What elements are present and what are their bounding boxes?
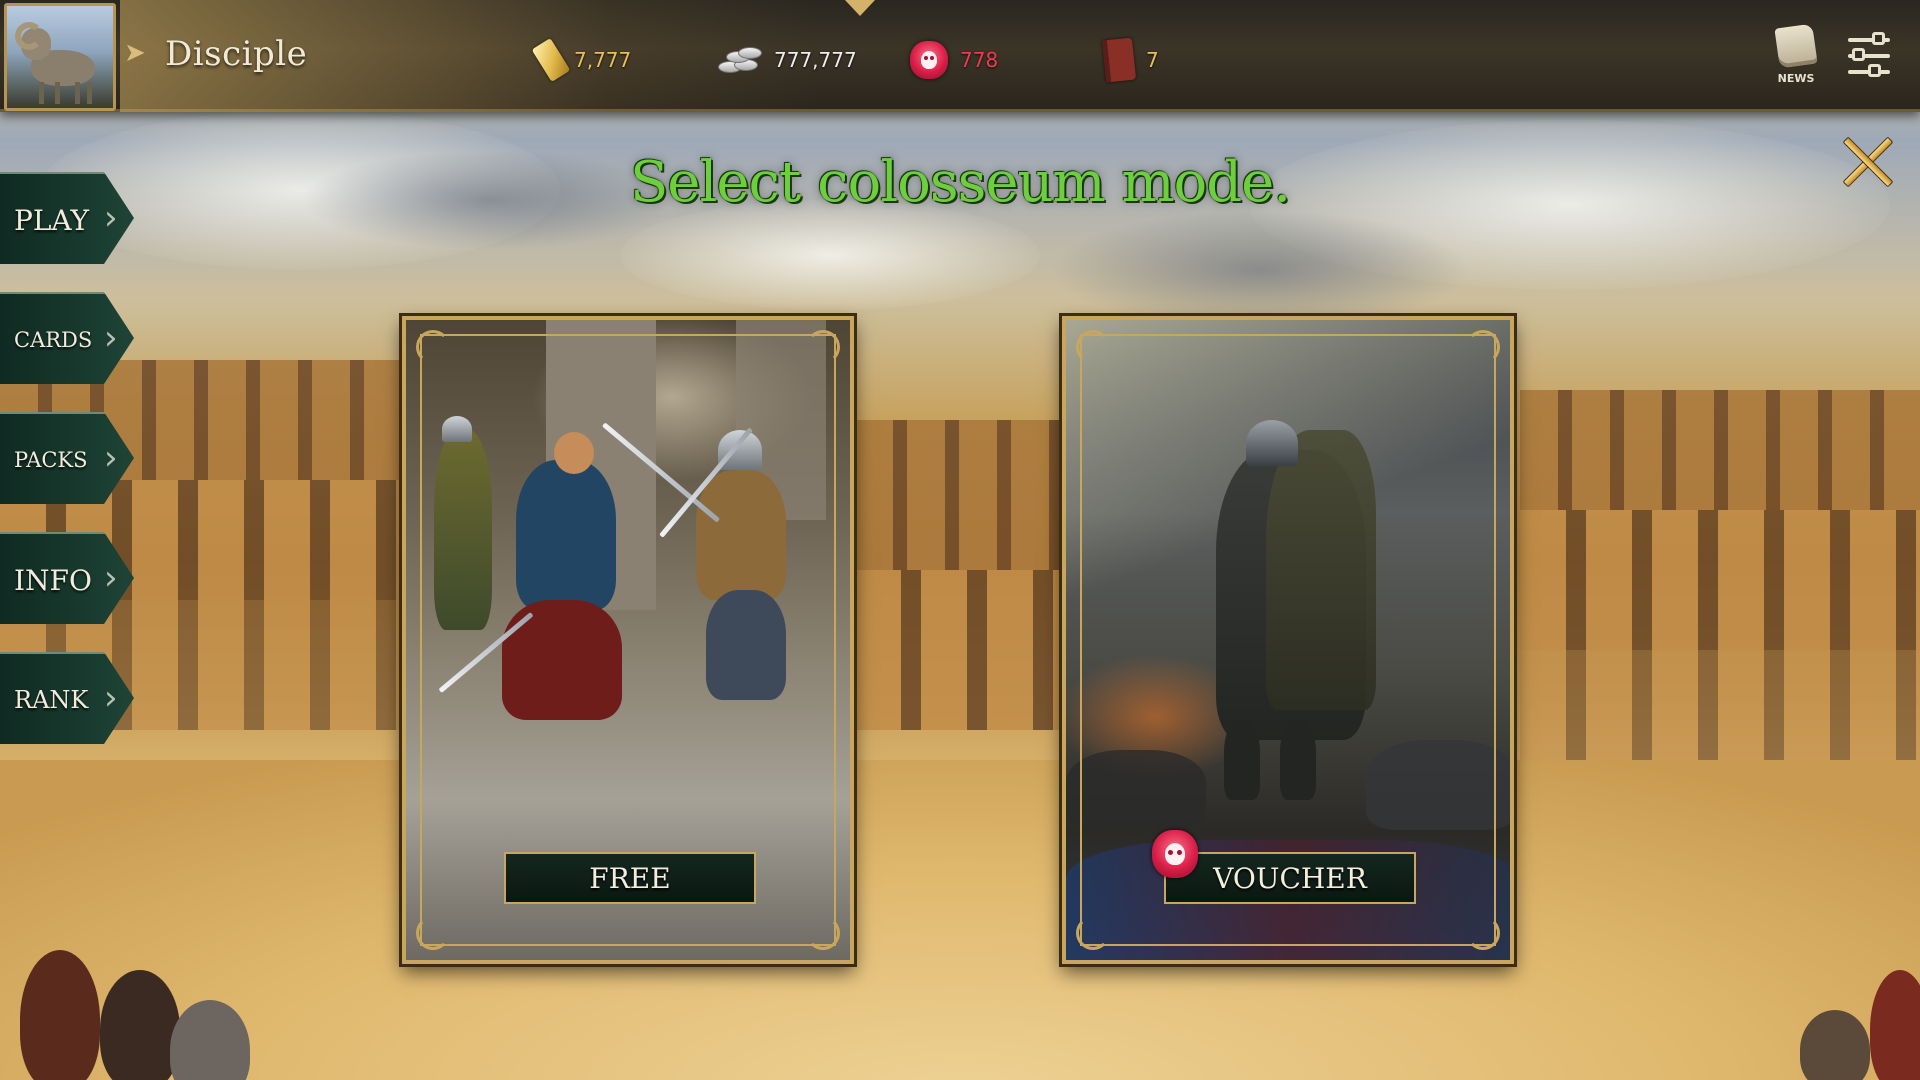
mode-card-voucher[interactable]: VOUCHER — [1062, 316, 1514, 964]
nav-item-label: PACKS — [14, 448, 88, 472]
mode-card-free[interactable]: FREE — [402, 316, 854, 964]
voucher-mode-label: VOUCHER — [1164, 852, 1416, 904]
silver-counter: 777,777 — [716, 40, 857, 80]
top-notch-ornament — [845, 0, 875, 20]
chevron-right-icon: ➤ — [124, 38, 146, 68]
scroll-icon — [1774, 23, 1818, 69]
player-avatar[interactable] — [4, 3, 116, 111]
top-bar: ➤ Disciple 7,777 777,777 778 7 NEWS — [0, 0, 1920, 112]
nav-item-label: INFO — [14, 563, 92, 597]
silver-value: 777,777 — [774, 48, 857, 72]
free-mode-label: FREE — [504, 852, 756, 904]
gold-bar-icon — [531, 38, 571, 82]
book-counter: 7 — [1101, 37, 1159, 83]
news-button[interactable]: NEWS — [1770, 23, 1822, 96]
news-label: NEWS — [1777, 72, 1815, 85]
nav-item-label: RANK — [14, 686, 89, 714]
book-value: 7 — [1146, 48, 1159, 72]
voucher-counter: 778 — [910, 40, 998, 80]
nav-item-label: PLAY — [14, 203, 90, 237]
page-title: Select colosseum mode. — [629, 150, 1291, 215]
voucher-mask-icon — [910, 41, 948, 79]
gold-value: 7,777 — [574, 48, 632, 72]
player-rank-title: Disciple — [165, 34, 308, 74]
settings-button[interactable] — [1846, 30, 1892, 82]
silver-coins-icon — [716, 43, 762, 77]
red-book-icon — [1101, 37, 1137, 83]
voucher-mask-icon — [1152, 830, 1198, 878]
gold-counter: 7,777 — [531, 38, 632, 82]
ornament-corner — [1076, 330, 1110, 364]
voucher-value: 778 — [960, 48, 999, 72]
nav-item-label: CARDS — [14, 328, 93, 352]
ornament-corner — [416, 330, 450, 364]
